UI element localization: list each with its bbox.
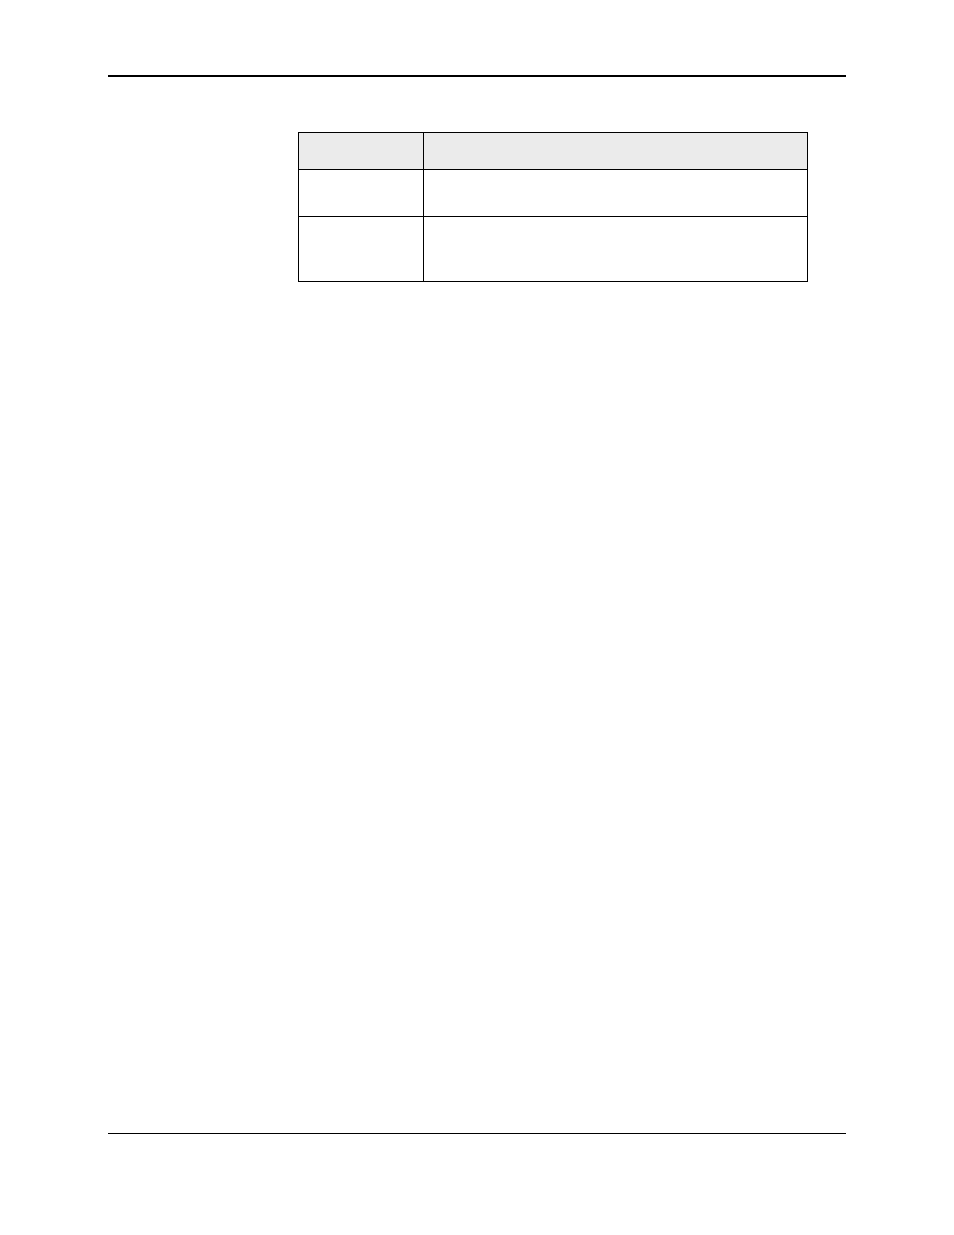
data-table — [298, 132, 808, 282]
table-row — [299, 170, 808, 217]
table-cell — [424, 170, 808, 217]
table-row — [299, 217, 808, 282]
header-divider — [108, 75, 846, 77]
table-header-row — [299, 133, 808, 170]
footer-divider — [108, 1133, 846, 1134]
table-container — [298, 132, 808, 282]
document-page — [0, 0, 954, 1235]
table-header-cell — [424, 133, 808, 170]
table-cell — [299, 170, 424, 217]
table-cell — [424, 217, 808, 282]
table-cell — [299, 217, 424, 282]
table-header-cell — [299, 133, 424, 170]
